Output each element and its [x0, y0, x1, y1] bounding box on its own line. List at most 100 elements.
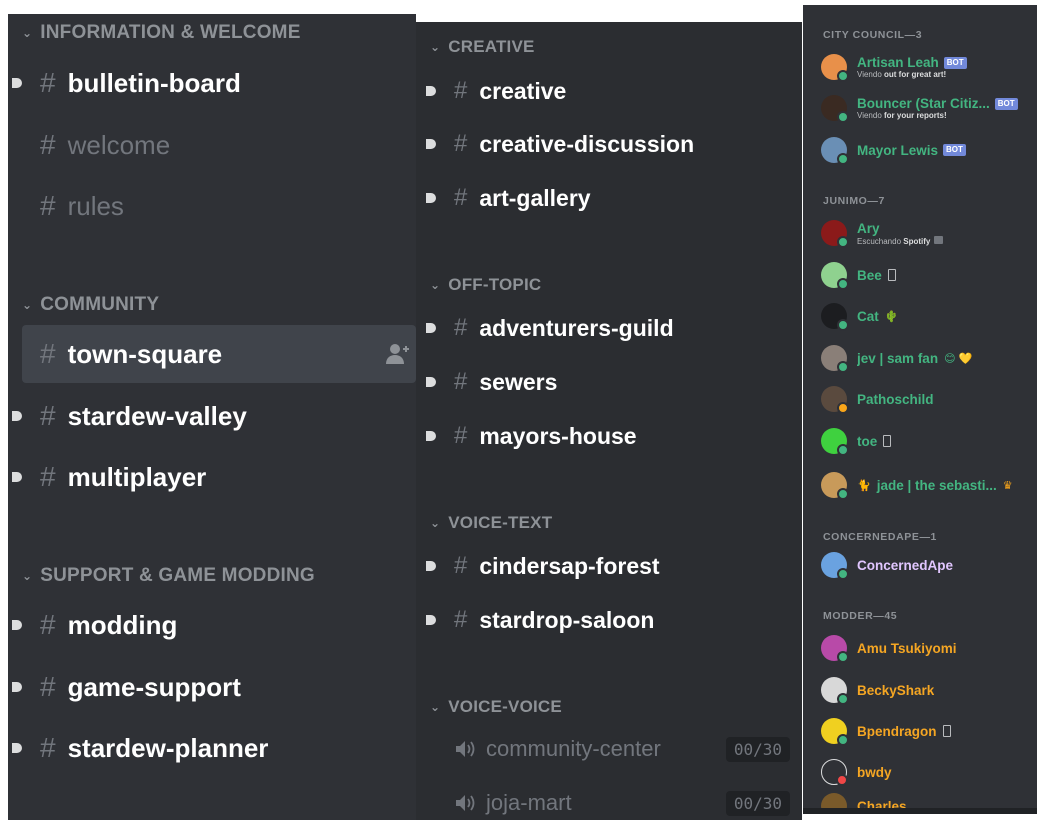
category-support-game-modding[interactable]: ⌄ SUPPORT & GAME MODDING: [22, 565, 315, 587]
channel-mayors-house[interactable]: # mayors-house: [426, 413, 802, 459]
unread-indicator: [426, 615, 436, 625]
text-channel-icon: #: [454, 184, 468, 211]
category-information-welcome[interactable]: ⌄ INFORMATION & WELCOME: [22, 22, 301, 44]
member-beckyshark[interactable]: BeckyShark: [821, 673, 1037, 707]
channel-stardew-planner[interactable]: # stardew-planner: [12, 719, 416, 777]
text-channel-icon: #: [454, 130, 468, 157]
channel-stardrop-saloon[interactable]: # stardrop-saloon: [426, 597, 802, 643]
voice-channel-joja-mart[interactable]: joja-mart 00/30: [436, 781, 796, 820]
unread-indicator: [426, 86, 436, 96]
channel-creative-discussion[interactable]: # creative-discussion: [426, 121, 802, 167]
member-bwdy[interactable]: bwdy: [821, 755, 1037, 789]
channel-sewers[interactable]: # sewers: [426, 359, 802, 405]
user-limit-badge: 00/30: [725, 790, 790, 816]
unread-indicator: [12, 472, 22, 482]
avatar: [821, 428, 849, 456]
member-bouncer[interactable]: Bouncer (Star Citiz... BOT Viendo for you…: [821, 91, 1037, 125]
status-online-icon: [837, 693, 849, 705]
text-channel-icon: #: [454, 314, 468, 341]
member-bpendragon[interactable]: Bpendragon: [821, 714, 1037, 748]
member-pathoschild[interactable]: Pathoschild: [821, 382, 1037, 416]
category-voice-voice[interactable]: ⌄ VOICE-VOICE: [430, 697, 562, 717]
status-online-icon: [837, 488, 849, 500]
avatar: [821, 472, 849, 500]
channel-welcome[interactable]: # welcome: [22, 116, 416, 174]
channel-adventurers-guild[interactable]: # adventurers-guild: [426, 305, 802, 351]
category-voice-text[interactable]: ⌄ VOICE-TEXT: [430, 513, 552, 533]
member-jade[interactable]: 🐈 jade | the sebasti... ♛: [821, 468, 1037, 502]
avatar: [821, 759, 848, 786]
category-community[interactable]: ⌄ COMMUNITY: [22, 294, 159, 316]
chevron-down-icon: ⌄: [430, 40, 441, 54]
status-online-icon: [837, 153, 849, 165]
avatar: [821, 552, 849, 580]
unread-indicator: [12, 682, 22, 692]
text-channel-icon: #: [40, 190, 56, 221]
avatar: [821, 54, 849, 82]
add-member-icon[interactable]: [386, 343, 410, 365]
member-group-city-council: CITY COUNCIL—3: [823, 29, 923, 41]
status-online-icon: [837, 319, 849, 331]
unread-indicator: [12, 743, 22, 753]
status-online-icon: [837, 444, 849, 456]
status-online-icon: [837, 111, 849, 123]
status-online-icon: [837, 651, 849, 663]
unread-indicator: [426, 377, 436, 387]
text-channel-icon: #: [40, 732, 56, 763]
voice-channel-community-center[interactable]: community-center 00/30: [436, 727, 796, 771]
member-list: CITY COUNCIL—3 Artisan Leah BOT Viendo ou…: [803, 5, 1037, 814]
status-idle-icon: [837, 402, 849, 414]
emoji-icon: 😊: [944, 352, 956, 365]
channel-town-square[interactable]: # town-square: [22, 325, 416, 383]
member-mayor-lewis[interactable]: Mayor Lewis BOT: [821, 133, 1037, 167]
member-amu-tsukiyomi[interactable]: Amu Tsukiyomi: [821, 631, 1037, 665]
text-channel-icon: #: [40, 671, 56, 702]
crown-icon: ♛: [1002, 479, 1013, 492]
avatar: [821, 345, 849, 373]
rich-presence-icon: [934, 235, 944, 244]
member-ary[interactable]: Ary Escuchando Spotify: [821, 216, 1037, 250]
avatar: [821, 220, 849, 248]
channel-stardew-valley[interactable]: # stardew-valley: [12, 387, 416, 445]
yellow-heart-icon: 💛: [958, 352, 973, 365]
text-channel-icon: #: [40, 461, 56, 492]
member-toe[interactable]: toe: [821, 424, 1037, 458]
mobile-icon: [883, 435, 892, 447]
member-artisan-leah[interactable]: Artisan Leah BOT Viendo out for great art…: [821, 50, 1037, 84]
channel-game-support[interactable]: # game-support: [12, 658, 416, 716]
unread-indicator: [12, 620, 22, 630]
horizontal-scrollbar[interactable]: [803, 808, 1037, 814]
cat-face-icon: 🐈: [857, 479, 871, 492]
category-off-topic[interactable]: ⌄ OFF-TOPIC: [430, 275, 541, 295]
channel-creative[interactable]: # creative: [426, 68, 802, 114]
channel-art-gallery[interactable]: # art-gallery: [426, 175, 802, 221]
channel-modding[interactable]: # modding: [12, 596, 416, 654]
chevron-down-icon: ⌄: [430, 700, 441, 714]
member-bee[interactable]: Bee: [821, 258, 1037, 292]
channel-rules[interactable]: # rules: [22, 177, 416, 235]
member-cat[interactable]: Cat 🌵: [821, 299, 1037, 333]
mobile-icon: [942, 725, 951, 737]
status-online-icon: [837, 568, 849, 580]
member-jev[interactable]: jev | sam fan 😊 💛: [821, 341, 1037, 375]
channel-bulletin-board[interactable]: # bulletin-board: [12, 54, 416, 112]
unread-indicator: [426, 431, 436, 441]
channel-list-left: ⌄ INFORMATION & WELCOME # bulletin-board…: [8, 14, 416, 820]
member-concernedape[interactable]: ConcernedApe: [821, 548, 1037, 582]
channel-multiplayer[interactable]: # multiplayer: [12, 448, 416, 506]
chevron-down-icon: ⌄: [430, 278, 441, 292]
text-channel-icon: #: [40, 338, 56, 369]
text-channel-icon: #: [454, 552, 468, 579]
text-channel-icon: #: [454, 368, 468, 395]
chevron-down-icon: ⌄: [22, 298, 33, 312]
channel-cindersap-forest[interactable]: # cindersap-forest: [426, 543, 802, 589]
avatar: [821, 718, 849, 746]
avatar: [821, 677, 849, 705]
text-channel-icon: #: [454, 77, 468, 104]
status-online-icon: [837, 278, 849, 290]
category-creative[interactable]: ⌄ CREATIVE: [430, 37, 535, 57]
status-online-icon: [837, 361, 849, 373]
text-channel-icon: #: [40, 400, 56, 431]
avatar: [821, 262, 849, 290]
text-channel-icon: #: [40, 129, 56, 160]
